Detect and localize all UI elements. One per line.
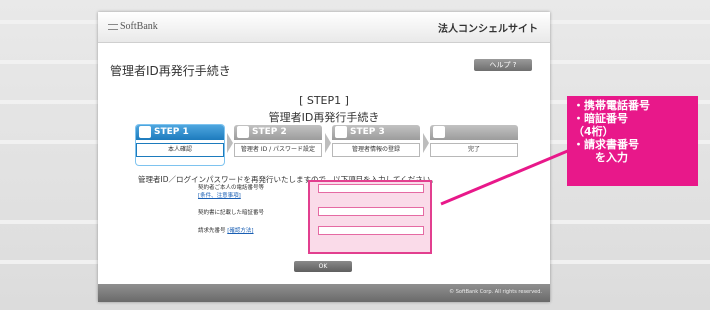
callout-annotation: ・携帯電話番号 ・暗証番号 （4桁） ・請求書番号 を入力	[567, 96, 698, 186]
